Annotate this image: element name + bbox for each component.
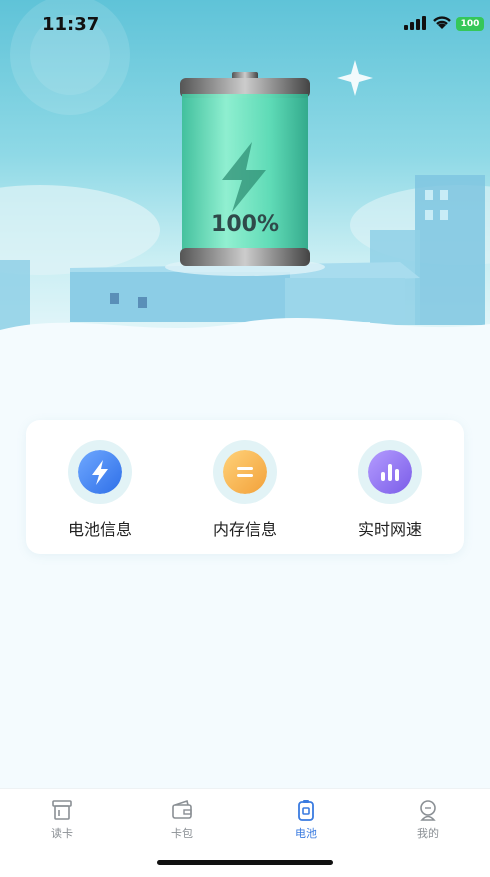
memory-icon <box>223 450 267 494</box>
profile-icon <box>420 800 436 821</box>
tab-read-card[interactable]: 读卡 <box>22 799 102 843</box>
battery-illustration: 100% <box>160 70 330 280</box>
home-indicator[interactable] <box>157 860 333 865</box>
battery-icon <box>298 800 314 821</box>
tab-wallet[interactable]: 卡包 <box>142 799 222 843</box>
bar-chart-icon <box>368 450 412 494</box>
tab-profile-label: 我的 <box>417 827 439 840</box>
battery-hero-banner: 100% 11:37 100 <box>0 0 490 345</box>
memory-info-label: 内存信息 <box>212 520 277 539</box>
card-reader-icon <box>52 800 72 820</box>
tab-battery[interactable]: 电池 <box>266 799 346 843</box>
lightning-icon <box>78 450 122 494</box>
hero-wave-edge <box>0 317 490 360</box>
sparkle-icon <box>337 60 373 96</box>
charge-percent-label: 100% <box>211 212 279 237</box>
battery-info-label: 电池信息 <box>67 520 132 539</box>
tab-profile[interactable]: 我的 <box>388 799 468 843</box>
tab-battery-label: 电池 <box>295 827 317 840</box>
feature-card: 电池信息 内存信息 实时网速 <box>26 420 464 554</box>
battery-info-button[interactable]: 电池信息 <box>40 440 160 540</box>
memory-info-button[interactable]: 内存信息 <box>185 440 305 540</box>
status-bar: 11:37 100 <box>0 0 490 50</box>
wallet-icon <box>172 799 192 819</box>
network-speed-label: 实时网速 <box>357 520 422 539</box>
wifi-icon <box>433 16 451 29</box>
network-speed-button[interactable]: 实时网速 <box>330 440 450 540</box>
signal-icon <box>404 16 426 30</box>
status-time: 11:37 <box>42 14 100 35</box>
status-battery-icon: 100 <box>456 17 484 31</box>
tab-read-card-label: 读卡 <box>51 827 73 840</box>
tab-wallet-label: 卡包 <box>171 827 193 840</box>
